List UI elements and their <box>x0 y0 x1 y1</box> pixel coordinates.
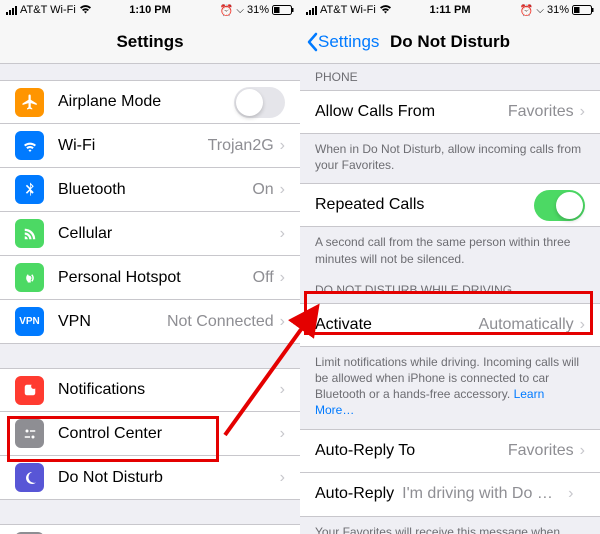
auto-reply-value: I'm driving with Do Not Distu… <box>402 485 562 503</box>
airplane-label: Airplane Mode <box>58 93 234 111</box>
allow-calls-label: Allow Calls From <box>315 103 508 121</box>
chevron-icon: › <box>568 485 573 503</box>
repeated-footer: A second call from the same person withi… <box>300 227 600 276</box>
chevron-icon: › <box>280 425 285 443</box>
status-time: 1:11 PM <box>430 4 471 16</box>
carrier-label: AT&T Wi-Fi <box>320 4 376 16</box>
row-auto-reply[interactable]: Auto-Reply I'm driving with Do Not Distu… <box>300 473 600 517</box>
row-general[interactable]: General › <box>0 524 300 534</box>
row-auto-reply-to[interactable]: Auto-Reply To Favorites › <box>300 429 600 473</box>
back-label: Settings <box>318 32 379 52</box>
chevron-icon: › <box>280 137 285 155</box>
section-header-phone: PHONE <box>300 64 600 90</box>
status-time: 1:10 PM <box>129 4 171 16</box>
status-bar: AT&T Wi-Fi 1:10 PM ⏰ ⌵ 31% <box>0 0 300 20</box>
wifi-value: Trojan2G <box>208 137 274 155</box>
auto-reply-to-label: Auto-Reply To <box>315 442 508 460</box>
bluetooth-label: Bluetooth <box>58 181 252 199</box>
control-center-label: Control Center <box>58 425 280 443</box>
section-header-driving: DO NOT DISTURB WHILE DRIVING <box>300 277 600 303</box>
row-vpn[interactable]: VPN VPN Not Connected › <box>0 300 300 344</box>
hotspot-icon <box>15 263 44 292</box>
row-wifi[interactable]: Wi-Fi Trojan2G › <box>0 124 300 168</box>
signal-icon <box>306 6 317 15</box>
chevron-icon: › <box>280 381 285 399</box>
chevron-icon: › <box>580 316 585 334</box>
battery-icon <box>572 5 594 15</box>
bluetooth-icon <box>15 175 44 204</box>
page-title: Do Not Disturb <box>390 32 510 52</box>
hotspot-value: Off <box>253 269 274 287</box>
dnd-label: Do Not Disturb <box>58 469 280 487</box>
carrier-label: AT&T Wi-Fi <box>20 4 76 16</box>
signal-icon <box>6 6 17 15</box>
row-bluetooth[interactable]: Bluetooth On › <box>0 168 300 212</box>
auto-reply-footer: Your Favorites will receive this message… <box>300 517 600 534</box>
auto-reply-label: Auto-Reply <box>315 485 394 503</box>
notifications-icon <box>15 376 44 405</box>
chevron-icon: › <box>580 442 585 460</box>
chevron-icon: › <box>280 269 285 287</box>
vpn-label: VPN <box>58 313 167 331</box>
row-repeated-calls[interactable]: Repeated Calls <box>300 183 600 227</box>
back-button[interactable]: Settings <box>300 32 379 52</box>
dnd-screen: AT&T Wi-Fi 1:11 PM ⏰ ⌵ 31% Settings Do N… <box>300 0 600 534</box>
settings-screen: AT&T Wi-Fi 1:10 PM ⏰ ⌵ 31% Settings <box>0 0 300 534</box>
wifi-label: Wi-Fi <box>58 137 208 155</box>
page-title: Settings <box>116 32 183 52</box>
alarm-icon: ⏰ <box>520 4 534 17</box>
row-airplane-mode[interactable]: Airplane Mode <box>0 80 300 124</box>
chevron-icon: › <box>280 225 285 243</box>
wifi-icon <box>379 4 392 17</box>
allow-calls-value: Favorites <box>508 103 574 121</box>
control-center-icon <box>15 419 44 448</box>
chevron-icon: › <box>280 313 285 331</box>
auto-reply-to-value: Favorites <box>508 442 574 460</box>
chevron-icon: › <box>580 103 585 121</box>
activate-label: Activate <box>315 316 479 334</box>
row-cellular[interactable]: Cellular › <box>0 212 300 256</box>
battery-percent: 31% <box>247 4 269 16</box>
repeated-toggle[interactable] <box>534 190 585 221</box>
chevron-icon: › <box>280 469 285 487</box>
battery-icon <box>272 5 294 15</box>
row-activate[interactable]: Activate Automatically › <box>300 303 600 347</box>
row-notifications[interactable]: Notifications › <box>0 368 300 412</box>
vpn-value: Not Connected <box>167 313 274 331</box>
bluetooth-value: On <box>252 181 273 199</box>
hotspot-label: Personal Hotspot <box>58 269 253 287</box>
airplane-toggle[interactable] <box>234 87 285 118</box>
row-allow-calls[interactable]: Allow Calls From Favorites › <box>300 90 600 134</box>
cellular-icon <box>15 219 44 248</box>
row-control-center[interactable]: Control Center › <box>0 412 300 456</box>
wifi-row-icon <box>15 131 44 160</box>
cellular-label: Cellular <box>58 225 280 243</box>
allow-calls-footer: When in Do Not Disturb, allow incoming c… <box>300 134 600 183</box>
activate-value: Automatically <box>479 316 574 334</box>
row-do-not-disturb[interactable]: Do Not Disturb › <box>0 456 300 500</box>
airplane-icon <box>15 88 44 117</box>
activate-footer: Limit notifications while driving. Incom… <box>300 347 600 429</box>
moon-icon <box>15 463 44 492</box>
repeated-label: Repeated Calls <box>315 196 534 214</box>
vpn-icon: VPN <box>15 307 44 336</box>
bluetooth-status-icon: ⌵ <box>536 5 544 16</box>
row-hotspot[interactable]: Personal Hotspot Off › <box>0 256 300 300</box>
wifi-icon <box>79 4 92 17</box>
bluetooth-status-icon: ⌵ <box>236 5 244 16</box>
notifications-label: Notifications <box>58 381 280 399</box>
status-bar: AT&T Wi-Fi 1:11 PM ⏰ ⌵ 31% <box>300 0 600 20</box>
chevron-icon: › <box>280 181 285 199</box>
nav-bar: Settings Do Not Disturb <box>300 20 600 64</box>
nav-bar: Settings <box>0 20 300 64</box>
alarm-icon: ⏰ <box>220 4 234 17</box>
battery-percent: 31% <box>547 4 569 16</box>
